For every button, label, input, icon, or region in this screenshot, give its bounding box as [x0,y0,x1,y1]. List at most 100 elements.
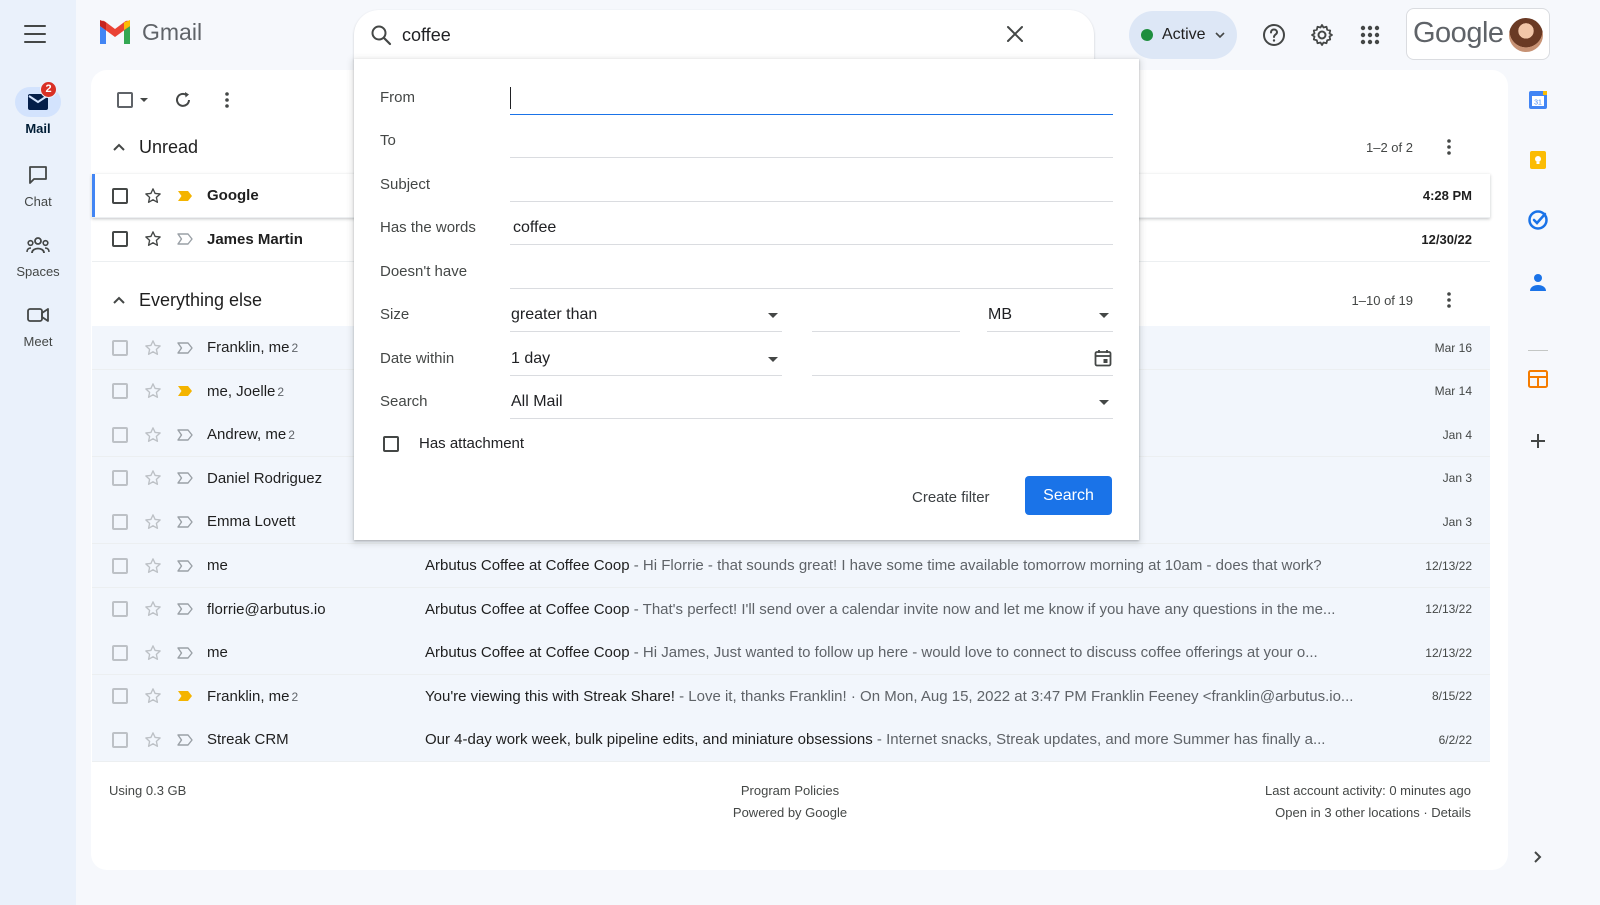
calendar-picker-icon[interactable] [1094,349,1112,367]
importance-marker-icon[interactable] [177,472,195,484]
table-row[interactable]: me Arbutus Coffee at Coffee Coop - Hi Flo… [92,544,1490,588]
search-scope-select[interactable]: All Mail [510,389,1113,419]
row-checkbox[interactable] [112,644,128,661]
importance-marker-icon[interactable] [177,385,195,397]
rail-item-mail[interactable]: 2 Mail [0,81,76,136]
subject: Our 4-day work week, bulk pipeline edits… [425,731,873,749]
streak-icon[interactable] [1526,367,1550,391]
rail-item-chat[interactable]: Chat [0,160,76,209]
star-icon[interactable] [144,187,162,205]
rail-item-spaces[interactable]: Spaces [0,230,76,279]
star-icon[interactable] [144,557,162,575]
importance-marker-icon[interactable] [177,516,195,528]
importance-marker-icon[interactable] [177,428,195,441]
calendar-icon[interactable]: 31 [1526,88,1550,112]
search-button[interactable]: Search [1025,476,1112,515]
size-value-input[interactable] [812,302,960,332]
section-title[interactable]: Everything else [139,290,262,311]
refresh-icon[interactable] [167,84,199,116]
row-checkbox[interactable] [112,557,128,574]
sender: Streak CRM [207,731,407,748]
add-addon-icon[interactable] [1526,429,1550,453]
star-icon[interactable] [144,600,162,618]
importance-marker-icon[interactable] [177,190,195,202]
table-row[interactable]: Franklin, me 2 You're viewing this with St… [92,674,1490,719]
more-vert-icon[interactable] [211,84,243,116]
subject-input[interactable] [510,172,1113,198]
date: 6/2/22 [1438,732,1472,747]
search-input[interactable] [402,22,1002,48]
status-button[interactable]: Active [1129,11,1237,59]
star-icon[interactable] [144,687,162,705]
rail-item-meet[interactable]: Meet [0,300,76,349]
gmail-logo[interactable]: Gmail [98,19,202,46]
table-row[interactable]: florrie@arbutus.io Arbutus Coffee at Coff… [92,587,1490,632]
settings-gear-icon[interactable] [1309,22,1335,48]
more-vert-icon[interactable] [1447,292,1451,308]
importance-marker-icon[interactable] [177,646,195,659]
collapse-chevron-icon[interactable] [113,296,125,304]
row-checkbox[interactable] [112,731,128,748]
star-icon[interactable] [144,339,162,357]
star-icon[interactable] [144,382,162,400]
size-operator-select[interactable]: greater than [510,302,782,332]
importance-marker-icon[interactable] [177,690,195,702]
clear-search-icon[interactable] [1006,25,1024,43]
from-input[interactable] [510,85,1113,111]
collapse-chevron-icon[interactable] [113,143,125,151]
date-within-select[interactable]: 1 day [510,346,782,376]
select-all-checkbox[interactable] [111,84,155,116]
star-icon[interactable] [144,513,162,531]
mail-unread-badge: 2 [40,81,57,98]
row-checkbox[interactable] [112,231,128,248]
row-checkbox[interactable] [112,339,128,356]
main-menu-icon[interactable] [24,25,46,43]
doesnt-have-input[interactable] [510,259,1113,285]
star-icon[interactable] [144,469,162,487]
apps-grid-icon[interactable] [1357,22,1383,48]
star-icon[interactable] [144,230,162,248]
has-words-input[interactable] [510,215,1113,241]
table-row[interactable]: Streak CRM Our 4-day work week, bulk pipe… [92,718,1490,763]
size-operator-value: greater than [511,306,598,323]
row-checkbox[interactable] [112,426,128,443]
sender: me [207,557,407,574]
search-icon[interactable] [370,24,392,46]
has-attachment-checkbox[interactable]: Has attachment [383,435,524,452]
importance-marker-icon[interactable] [177,341,195,354]
chevron-down-icon [140,98,148,102]
importance-marker-icon[interactable] [177,233,195,245]
section-title[interactable]: Unread [139,137,198,158]
row-checkbox[interactable] [112,601,128,618]
row-checkbox[interactable] [112,688,128,705]
chevron-right-icon[interactable] [1526,845,1550,869]
date: Jan 3 [1442,471,1472,486]
importance-marker-icon[interactable] [177,734,195,746]
create-filter-button[interactable]: Create filter [906,482,996,514]
account-button[interactable]: Google [1406,8,1550,60]
row-checkbox[interactable] [112,187,128,204]
row-checkbox[interactable] [112,470,128,487]
star-icon[interactable] [144,644,162,662]
table-row[interactable]: me Arbutus Coffee at Coffee Coop - Hi Jam… [92,631,1490,676]
importance-marker-icon[interactable] [177,559,195,572]
tasks-icon[interactable] [1526,208,1550,232]
to-label: To [380,132,396,149]
row-checkbox[interactable] [112,383,128,400]
program-policies-link[interactable]: Program Policies [651,780,929,802]
size-unit-select[interactable]: MB [987,302,1113,332]
star-icon[interactable] [144,426,162,444]
star-icon[interactable] [144,731,162,749]
date: 12/13/22 [1425,558,1472,573]
importance-marker-icon[interactable] [177,603,195,615]
more-vert-icon[interactable] [1447,139,1451,155]
details-link[interactable]: Open in 3 other locations · Details [1265,802,1471,824]
keep-icon[interactable] [1526,148,1550,172]
to-input[interactable] [510,128,1113,154]
search-scope-label: Search [380,393,428,410]
date-input[interactable] [812,346,1113,376]
help-icon[interactable] [1261,22,1287,48]
contacts-icon[interactable] [1526,270,1550,294]
row-checkbox[interactable] [112,513,128,530]
size-label: Size [380,306,410,323]
